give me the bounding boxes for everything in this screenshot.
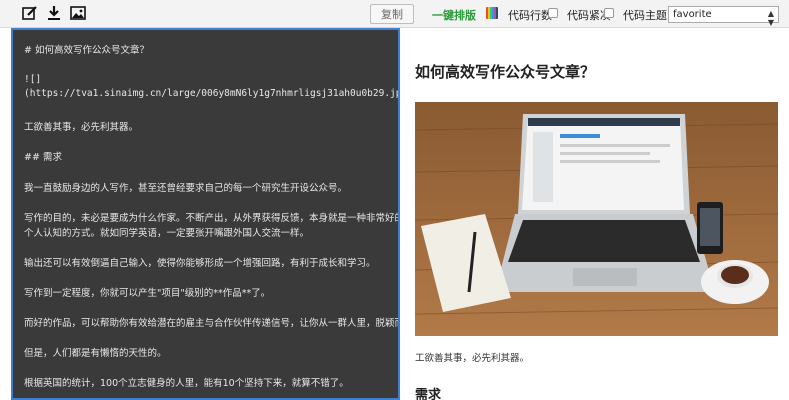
article-image xyxy=(415,102,778,336)
editor-line: 我一直鼓励身边的人写作，甚至还曾经要求自己的每一个研究生开设公众号。 xyxy=(24,183,348,194)
edit-icon[interactable] xyxy=(20,3,40,23)
preview-heading-2: 需求 xyxy=(415,388,442,400)
compact-checkbox[interactable] xyxy=(604,8,614,18)
preview-pane: 如何高效写作公众号文章？ 工欲善其事，必先利其器。 需求 xyxy=(402,28,789,400)
preview-title: 如何高效写作公众号文章？ xyxy=(415,63,596,81)
line-numbers-checkbox[interactable] xyxy=(548,8,558,18)
theme-select[interactable]: favorite ▲ ▼ xyxy=(668,6,779,27)
editor-line: 输出还可以有效倒逼自己输入，使得你能够形成一个增强回路，有利于成长和学习。 xyxy=(24,258,376,269)
editor-line: ![] xyxy=(24,74,42,85)
download-icon[interactable] xyxy=(44,3,64,23)
editor-line: 个人认知的方式。就如同学英语，一定要张开嘴跟外国人交流一样。 xyxy=(24,228,310,239)
preview-paragraph: 工欲善其事，必先利其器。 xyxy=(415,353,530,364)
editor-line: 而好的作品，可以帮助你有效给潜在的雇主与合作伙伴传递信号，让你从一群人里，脱颖而… xyxy=(24,318,400,329)
editor-line: 但是，人们都是有懒惰的天性的。 xyxy=(24,348,167,359)
theme-select-value: favorite xyxy=(673,9,712,20)
toolbar: 复制 一键排版 代码行数 代码紧凑 代码主题: favorite ▲ ▼ xyxy=(0,0,789,28)
line-numbers-label: 代码行数 xyxy=(508,9,552,22)
editor-line: 工欲善其事，必先利其器。 xyxy=(24,122,139,133)
select-arrows-icon: ▲ ▼ xyxy=(767,9,774,27)
editor-line: 写作的目的，未必是要成为什么作家。不断产出，从外界获得反馈，本身就是一种非常好的… xyxy=(24,213,400,224)
theme-label: 代码主题: xyxy=(623,9,671,22)
copy-button[interactable]: 复制 xyxy=(370,4,414,24)
editor-line: 写作到一定程度，你就可以产生"项目"级别的**作品**了。 xyxy=(24,288,271,299)
editor-line: # 如何高效写作公众号文章？ xyxy=(24,45,149,56)
editor-line: ## 需求 xyxy=(24,152,62,163)
editor-line: (https://tva1.sinaimg.cn/large/006y8mN6l… xyxy=(24,88,400,99)
image-icon[interactable] xyxy=(68,3,88,23)
markdown-editor[interactable]: # 如何高效写作公众号文章？ ![] (https://tva1.sinaimg… xyxy=(11,28,400,400)
editor-line: 根据英国的统计，100个立志健身的人里，能有10个坚持下来，就算不错了。 xyxy=(24,378,349,389)
palette-icon[interactable] xyxy=(486,7,498,19)
format-button[interactable]: 一键排版 xyxy=(432,7,476,23)
